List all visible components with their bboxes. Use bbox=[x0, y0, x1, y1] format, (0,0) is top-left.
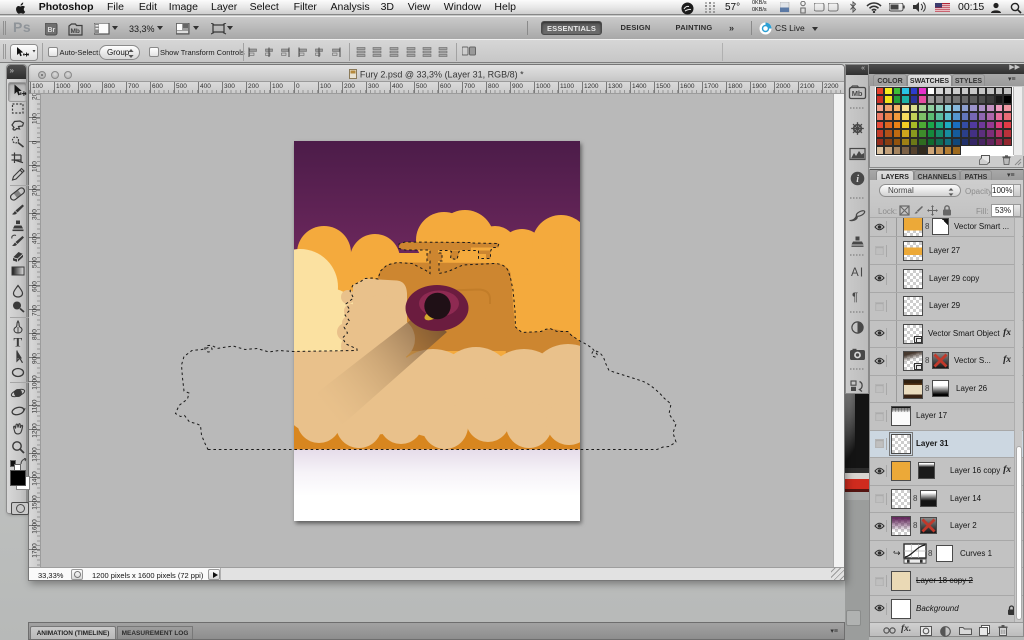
svg-text:Mb: Mb bbox=[71, 28, 80, 35]
svg-text:Mb: Mb bbox=[852, 89, 863, 98]
svg-text:Br: Br bbox=[48, 27, 56, 34]
svg-text:T: T bbox=[13, 335, 22, 350]
svg-text:¶: ¶ bbox=[852, 292, 858, 304]
svg-text:A: A bbox=[851, 267, 859, 279]
svg-text:i: i bbox=[856, 174, 859, 185]
